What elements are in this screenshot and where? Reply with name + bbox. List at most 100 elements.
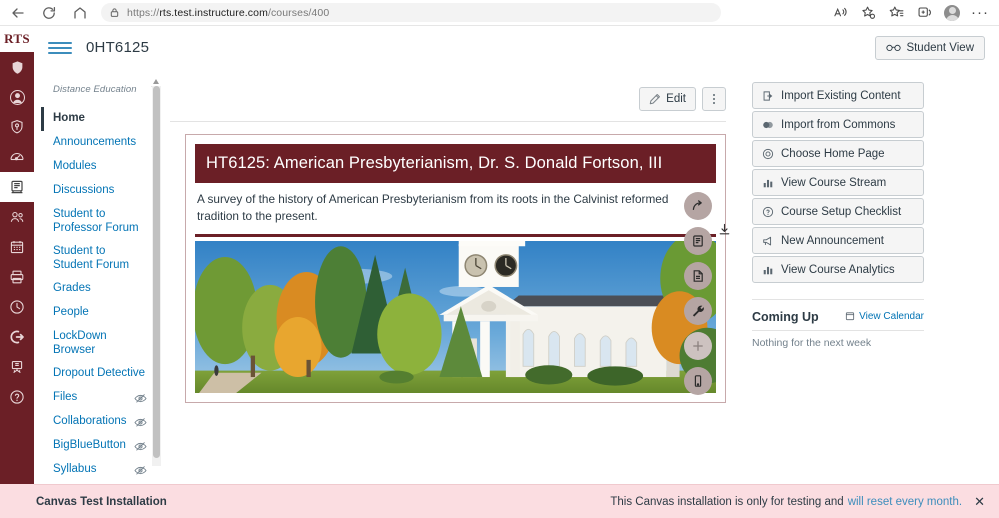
browser-toolbar-right: ··· — [827, 2, 999, 24]
course-setup-checklist-button[interactable]: Course Setup Checklist — [752, 198, 924, 225]
sidebar-item-syllabus[interactable]: Syllabus — [41, 458, 151, 482]
student-view-button[interactable]: Student View — [875, 35, 985, 60]
course-header: 0HT6125 Student View — [34, 26, 999, 69]
question-circle-icon — [762, 206, 774, 218]
back-button[interactable] — [5, 2, 31, 24]
choose-home-page-button[interactable]: Choose Home Page — [752, 140, 924, 167]
sidebar-item-label: Announcements — [53, 136, 137, 149]
sidebar-item-announcements[interactable]: Announcements — [41, 131, 151, 155]
clipboard-icon[interactable] — [684, 227, 712, 255]
download-icon[interactable] — [718, 223, 731, 236]
coming-up-heading: Coming Up — [752, 310, 819, 324]
document-icon[interactable] — [684, 262, 712, 290]
rts-logo[interactable]: RTS — [0, 26, 34, 52]
hidden-eye-icon — [134, 417, 147, 428]
calendar-icon — [845, 311, 855, 321]
sidebar-item-collaborations[interactable]: Collaborations — [41, 410, 151, 434]
bar-chart-icon — [762, 264, 774, 276]
more-settings-icon[interactable]: ··· — [967, 2, 993, 24]
reset-notice-link[interactable]: will reset every month. — [848, 496, 962, 508]
course-navigation: Distance Education Home Announcements Mo… — [41, 70, 151, 518]
logout-icon[interactable] — [0, 322, 34, 352]
lock-icon — [109, 7, 120, 18]
hidden-eye-icon — [134, 393, 147, 404]
courses-icon[interactable] — [0, 172, 34, 202]
rail-divider — [752, 299, 924, 300]
collections-icon[interactable] — [911, 2, 937, 24]
address-bar[interactable]: https://rts.test.instructure.com/courses… — [101, 3, 721, 22]
share-arrow-icon[interactable] — [684, 192, 712, 220]
course-nav-scrollbar[interactable] — [152, 79, 161, 466]
sidebar-item-home[interactable]: Home — [41, 107, 151, 131]
inbox-icon[interactable] — [0, 262, 34, 292]
mobile-icon[interactable] — [684, 367, 712, 395]
sidebar-item-student-to-student-forum[interactable]: Student to Student Forum — [41, 240, 151, 277]
scroll-up-arrow-icon[interactable] — [153, 79, 159, 84]
url-text: https://rts.test.instructure.com/courses… — [127, 6, 330, 19]
rail-button-label: View Course Analytics — [781, 263, 895, 276]
sidebar-item-label: Student to Student Forum — [53, 245, 130, 271]
course-sidebar: Import Existing Content Import from Comm… — [752, 82, 932, 349]
resources-icon[interactable] — [0, 352, 34, 382]
course-description: A survey of the history of American Pres… — [197, 192, 669, 223]
sidebar-item-files[interactable]: Files — [41, 386, 151, 410]
import-existing-content-button[interactable]: Import Existing Content — [752, 82, 924, 109]
new-announcement-button[interactable]: New Announcement — [752, 227, 924, 254]
sidebar-item-label: Student to Professor Forum — [53, 208, 139, 234]
import-from-commons-button[interactable]: Import from Commons — [752, 111, 924, 138]
help-icon[interactable] — [0, 382, 34, 412]
more-options-kebab-icon[interactable] — [702, 87, 726, 111]
rail-button-label: Import Existing Content — [781, 89, 901, 102]
history-icon[interactable] — [0, 292, 34, 322]
sidebar-item-grades[interactable]: Grades — [41, 277, 151, 301]
menu-toggle-icon[interactable] — [48, 41, 72, 54]
view-course-stream-button[interactable]: View Course Stream — [752, 169, 924, 196]
scrollbar-thumb[interactable] — [153, 86, 160, 458]
coming-up-header: Coming Up View Calendar — [752, 310, 924, 324]
account-icon[interactable] — [0, 82, 34, 112]
add-to-favorites-icon[interactable] — [855, 2, 881, 24]
shield-icon[interactable] — [0, 52, 34, 82]
sidebar-item-label: Collaborations — [53, 415, 127, 428]
sidebar-item-modules[interactable]: Modules — [41, 155, 151, 179]
global-navigation: RTS — [0, 26, 34, 518]
edit-label: Edit — [666, 93, 686, 105]
sidebar-item-people[interactable]: People — [41, 301, 151, 325]
view-course-analytics-button[interactable]: View Course Analytics — [752, 256, 924, 283]
groups-icon[interactable] — [0, 202, 34, 232]
view-calendar-link[interactable]: View Calendar — [845, 311, 924, 322]
edit-button[interactable]: Edit — [639, 87, 696, 111]
plus-icon[interactable] — [684, 332, 712, 360]
refresh-button[interactable] — [36, 2, 62, 24]
floating-action-toolbar — [684, 192, 712, 395]
rail-button-label: View Course Stream — [781, 176, 887, 189]
sidebar-item-discussions[interactable]: Discussions — [41, 179, 151, 203]
dashboard-icon[interactable] — [0, 142, 34, 172]
content-toolbar: Edit — [170, 70, 740, 114]
sidebar-item-bigbluebutton[interactable]: BigBlueButton — [41, 434, 151, 458]
course-banner-title: HT6125: American Presbyterianism, Dr. S.… — [195, 144, 716, 183]
wrench-icon[interactable] — [684, 297, 712, 325]
card-divider — [195, 234, 716, 237]
close-icon[interactable]: ✕ — [974, 494, 985, 510]
calendar-icon[interactable] — [0, 232, 34, 262]
profile-avatar[interactable] — [939, 2, 965, 24]
sidebar-item-student-to-professor-forum[interactable]: Student to Professor Forum — [41, 203, 151, 240]
read-aloud-icon[interactable] — [827, 2, 853, 24]
favorites-icon[interactable] — [883, 2, 909, 24]
church-photo-illustration — [195, 241, 716, 393]
toolbar-divider — [170, 121, 726, 122]
import-icon — [762, 90, 774, 102]
home-button[interactable] — [67, 2, 93, 24]
sidebar-item-lockdown-browser[interactable]: LockDown Browser — [41, 325, 151, 362]
hidden-eye-icon — [134, 441, 147, 452]
course-nav-section-label: Distance Education — [53, 84, 137, 95]
sidebar-item-dropout-detective[interactable]: Dropout Detective — [41, 362, 151, 386]
coming-up-empty-text: Nothing for the next week — [752, 337, 872, 349]
admin-icon[interactable] — [0, 112, 34, 142]
browser-toolbar: https://rts.test.instructure.com/courses… — [0, 0, 999, 26]
pencil-icon — [649, 93, 661, 105]
sidebar-item-label: Files — [53, 391, 78, 404]
page-title: 0HT6125 — [86, 39, 150, 56]
sidebar-item-label: LockDown Browser — [53, 330, 107, 356]
